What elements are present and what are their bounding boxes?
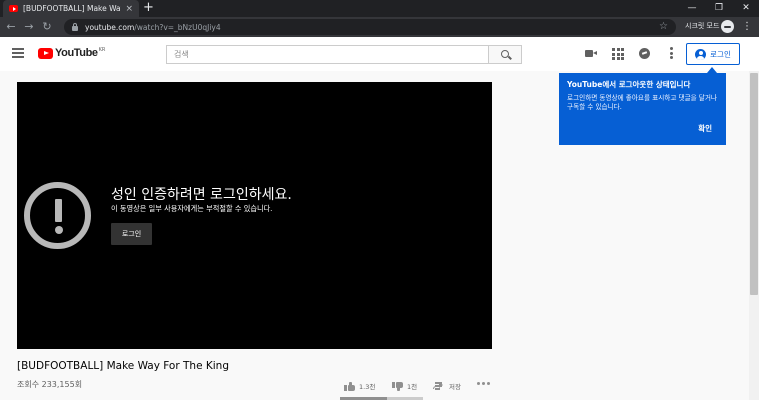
browser-tab[interactable]: [BUDFOOTBALL] Make Way For ×	[3, 0, 139, 17]
popup-body: 로그인하면 동영상에 좋아요를 표시하고 댓글을 달거나 구독할 수 있습니다.	[567, 94, 718, 111]
thumbs-down-icon	[392, 381, 403, 391]
age-gate-title: 성인 인증하려면 로그인하세요.	[111, 187, 292, 203]
forward-arrow-icon[interactable]: →	[22, 19, 36, 35]
view-count: 조회수 233,155회	[17, 380, 83, 389]
browser-menu-icon[interactable]: ⋮	[742, 19, 752, 35]
window-close-button[interactable]: ✕	[733, 1, 759, 15]
browser-toolbar: ← → ↻ youtube.com/watch?v=_bNzU0qJiy4 ☆ …	[0, 17, 759, 37]
url-text: youtube.com/watch?v=_bNzU0qJiy4	[85, 22, 221, 32]
like-count: 1.3천	[359, 383, 376, 391]
search-icon	[501, 50, 509, 58]
hamburger-menu-icon[interactable]	[12, 48, 24, 58]
youtube-play-logo-icon	[38, 47, 53, 59]
search-button[interactable]	[488, 45, 522, 64]
logo-country-code: KR	[98, 47, 106, 53]
window-restore-button[interactable]: ❐	[706, 1, 732, 15]
logged-out-popup: YouTube에서 로그아웃한 상태입니다 로그인하면 동영상에 좋아요를 표시…	[559, 67, 726, 145]
account-icon	[695, 48, 707, 60]
search-input[interactable]: 검색	[166, 45, 488, 64]
window-minimize-button[interactable]: —	[679, 1, 705, 15]
browser-tab-bar: [BUDFOOTBALL] Make Way For × + — ❐ ✕	[0, 0, 759, 17]
apps-grid-icon[interactable]	[611, 47, 625, 61]
youtube-favicon-icon	[9, 5, 18, 12]
age-gate-signin-button[interactable]: 로그인	[111, 223, 152, 245]
video-title: [BUDFOOTBALL] Make Way For The King	[17, 360, 229, 372]
save-label: 저장	[449, 383, 461, 391]
save-button[interactable]: 저장	[435, 381, 461, 391]
popup-ok-button[interactable]: 확인	[698, 123, 712, 134]
popup-title: YouTube에서 로그아웃한 상태입니다	[567, 80, 691, 89]
scrollbar-thumb[interactable]	[750, 73, 758, 295]
messages-icon[interactable]	[638, 47, 652, 61]
search-placeholder: 검색	[174, 50, 189, 59]
reload-icon[interactable]: ↻	[40, 19, 54, 35]
incognito-label: 시크릿 모드	[685, 22, 720, 30]
signin-button[interactable]: 로그인	[686, 43, 740, 65]
warning-icon	[24, 182, 91, 249]
page-scrollbar[interactable]	[749, 71, 759, 400]
dislike-button[interactable]: 1천	[392, 381, 417, 391]
create-video-icon[interactable]	[584, 47, 598, 61]
thumbs-up-icon	[344, 381, 355, 391]
tab-title: [BUDFOOTBALL] Make Way For	[23, 4, 121, 13]
logo-wordmark: YouTube	[55, 47, 98, 59]
youtube-logo[interactable]: YouTube KR	[38, 47, 105, 59]
bookmark-star-icon[interactable]: ☆	[659, 19, 668, 35]
save-playlist-icon	[435, 382, 445, 390]
more-actions-icon[interactable]	[477, 382, 492, 385]
signin-label: 로그인	[710, 49, 731, 59]
new-tab-button[interactable]: +	[143, 1, 154, 15]
incognito-icon[interactable]	[721, 20, 734, 33]
video-player[interactable]: 성인 인증하려면 로그인하세요. 이 동영상은 일부 사용자에게는 부적절할 수…	[17, 82, 492, 349]
tab-close-icon[interactable]: ×	[125, 4, 133, 14]
age-gate-subtitle: 이 동영상은 일부 사용자에게는 부적절할 수 있습니다.	[111, 204, 273, 213]
settings-more-icon[interactable]	[664, 47, 678, 61]
lock-icon	[72, 23, 78, 31]
back-arrow-icon[interactable]: ←	[4, 19, 18, 35]
youtube-masthead: YouTube KR 검색 로그인	[0, 37, 759, 71]
like-button[interactable]: 1.3천	[344, 381, 375, 391]
address-bar[interactable]: youtube.com/watch?v=_bNzU0qJiy4 ☆	[64, 19, 676, 35]
dislike-count: 1천	[407, 383, 418, 391]
